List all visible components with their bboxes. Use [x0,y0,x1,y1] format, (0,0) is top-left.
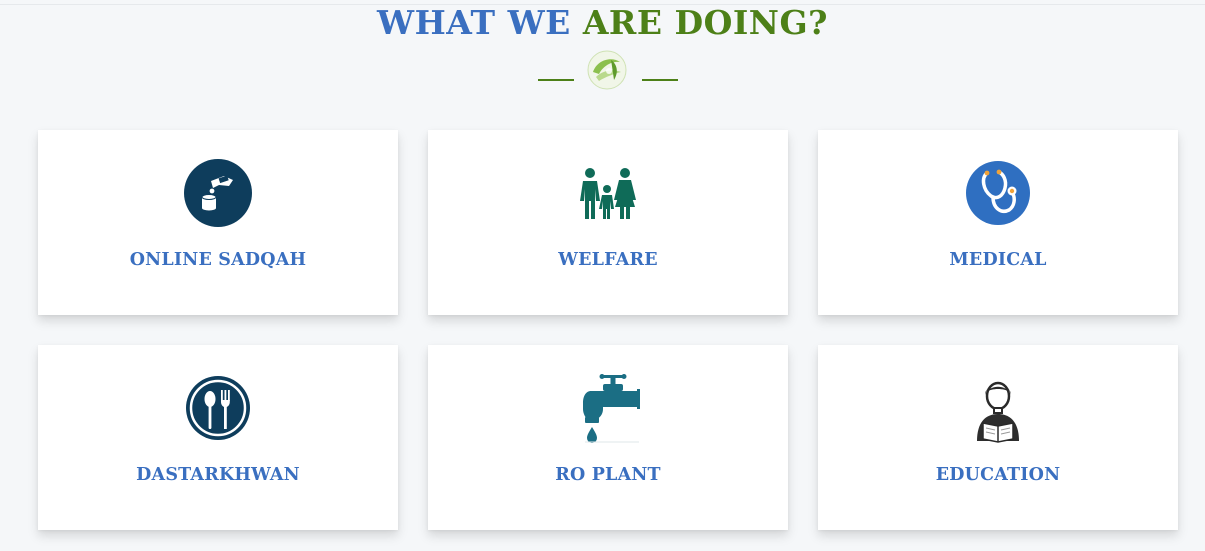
divider-line-left [538,79,574,81]
service-card-label: EDUCATION [935,465,1061,485]
spoon-fork-icon [183,373,253,443]
section-title: WHAT WE ARE DOING? [0,3,1205,43]
water-tap-icon [573,373,643,443]
donation-hand-icon [183,158,253,228]
service-card-dastarkhwan[interactable]: DASTARKHWAN [38,345,398,530]
family-icon [573,158,643,228]
title-divider [536,50,680,90]
service-card-education[interactable]: EDUCATION [818,345,1178,530]
service-card-welfare[interactable]: WELFARE [428,130,788,315]
student-reading-icon [963,373,1033,443]
stethoscope-icon [963,158,1033,228]
service-card-label: RO PLANT [555,465,661,485]
divider-line-right [642,79,678,81]
service-card-label: WELFARE [558,250,658,270]
organization-logo-icon [587,50,627,90]
service-card-medical[interactable]: MEDICAL [818,130,1178,315]
service-card-label: MEDICAL [949,250,1047,270]
service-card-online-sadqah[interactable]: ONLINE SADQAH [38,130,398,315]
service-card-label: DASTARKHWAN [136,465,300,485]
service-card-ro-plant[interactable]: RO PLANT [428,345,788,530]
section-title-part2: ARE DOING? [582,3,828,42]
service-card-label: ONLINE SADQAH [129,250,307,270]
section-title-part1: WHAT WE [377,3,571,42]
